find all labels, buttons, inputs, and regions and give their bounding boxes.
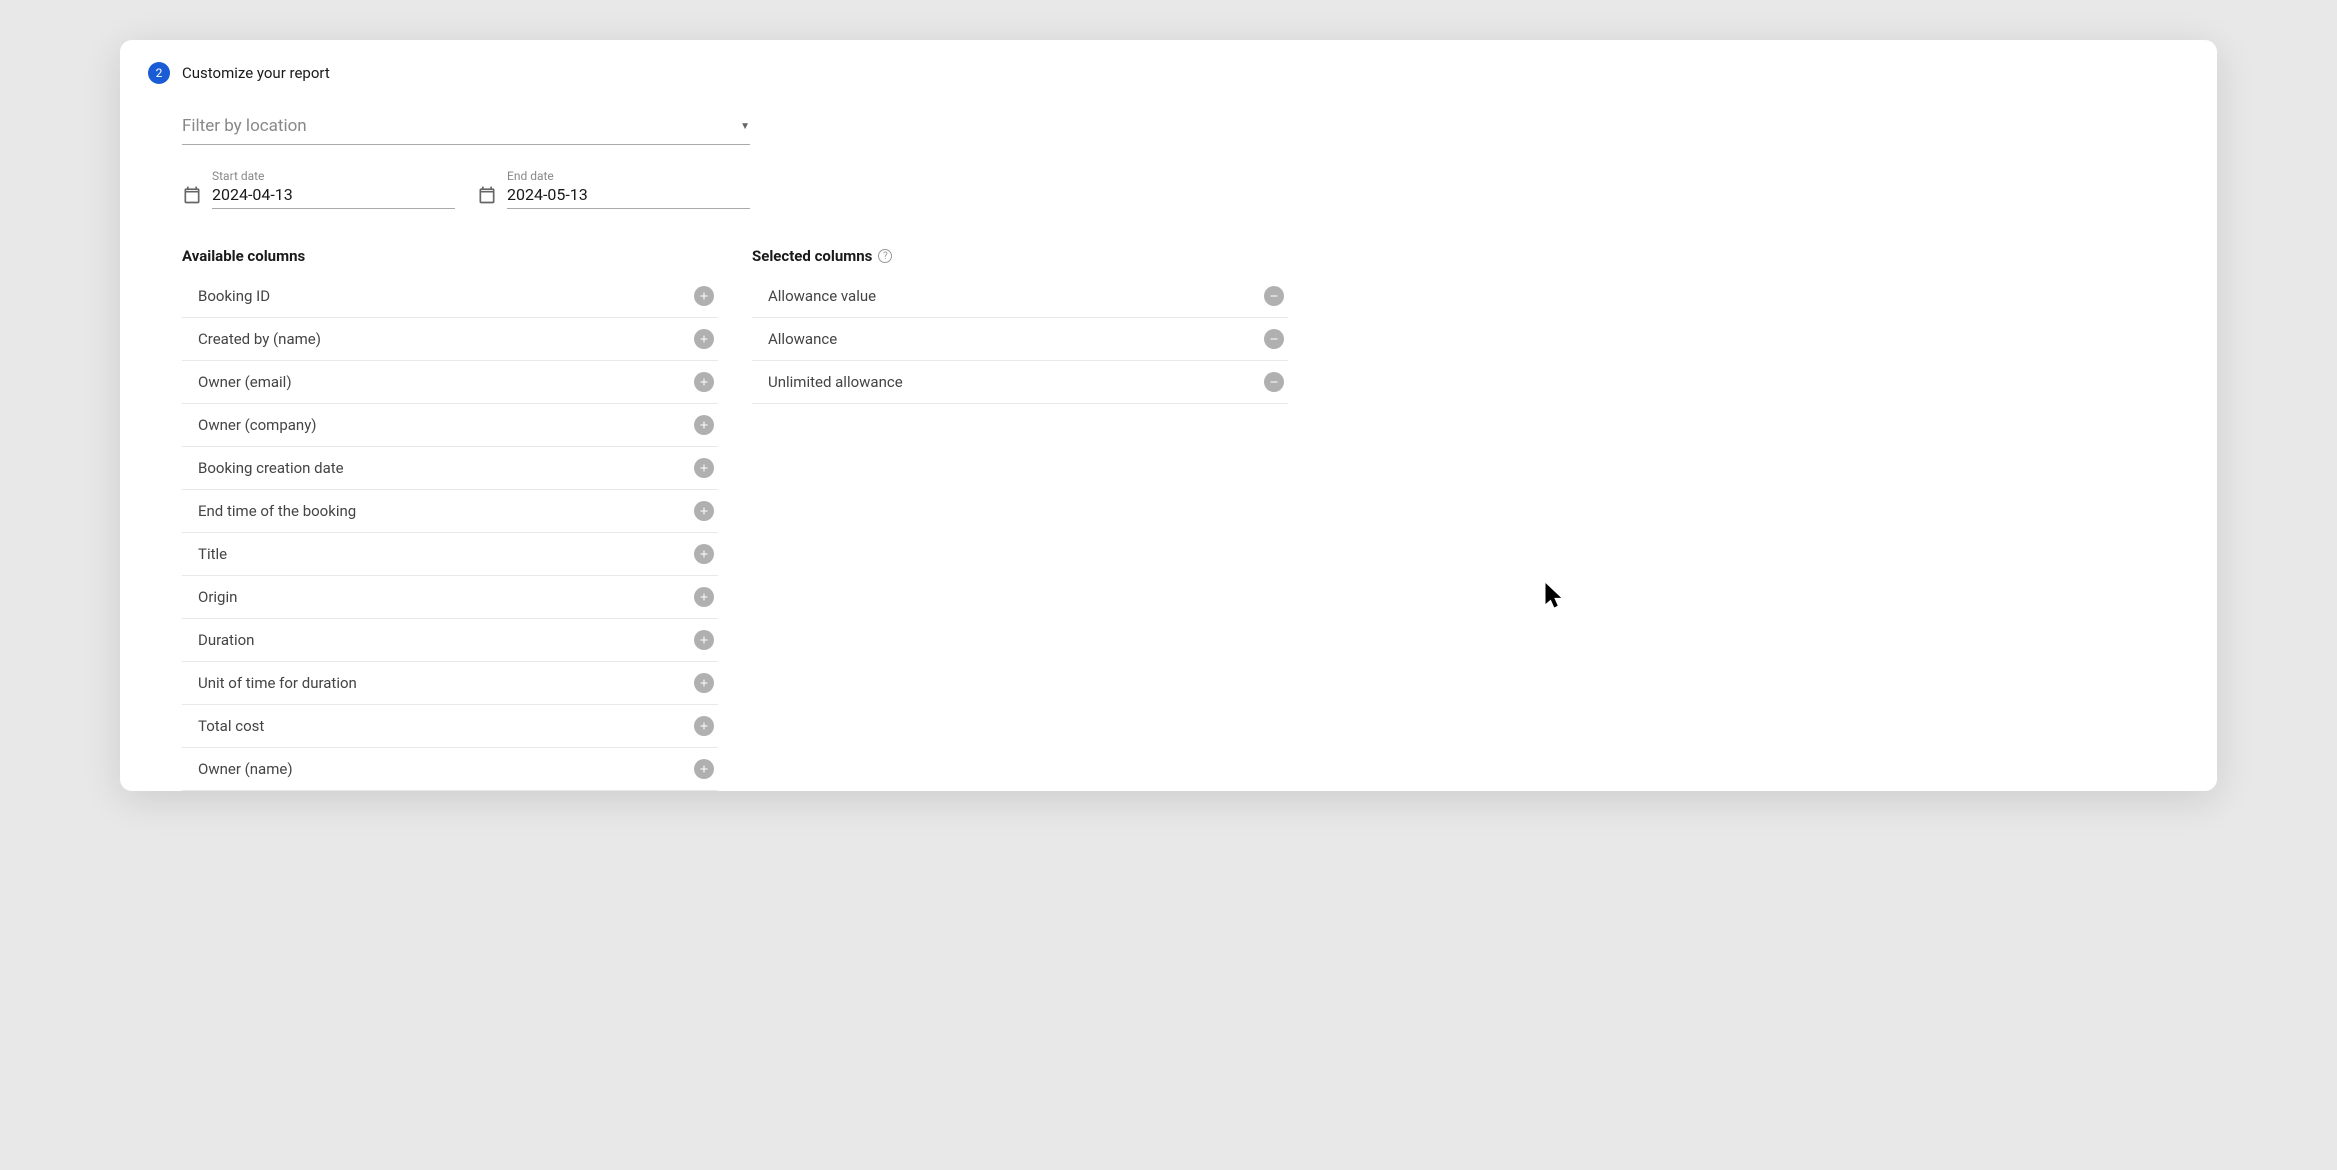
available-column-item: End time of the booking <box>182 490 718 533</box>
step-number-badge: 2 <box>148 62 170 84</box>
column-label: Owner (company) <box>198 416 317 434</box>
column-label: Created by (name) <box>198 330 321 348</box>
available-columns-list: Booking ID Created by (name) Owner (email)… <box>182 275 718 791</box>
column-label: Booking creation date <box>198 459 344 477</box>
add-column-button[interactable] <box>694 329 714 349</box>
add-column-button[interactable] <box>694 372 714 392</box>
cursor-icon <box>1545 583 1567 611</box>
report-customize-card: 2 Customize your report Filter by locati… <box>120 40 2217 791</box>
column-label: Unlimited allowance <box>768 373 903 391</box>
end-date-label: End date <box>507 169 750 183</box>
available-heading: Available columns <box>182 247 305 265</box>
start-date-input[interactable]: Start date 2024-04-13 <box>212 169 455 209</box>
column-label: Unit of time for duration <box>198 674 357 692</box>
available-column-item: Unit of time for duration <box>182 662 718 705</box>
selected-column-item: Allowance <box>752 318 1288 361</box>
columns-container: Available columns Booking ID Created by (… <box>182 247 2189 791</box>
add-column-button[interactable] <box>694 759 714 779</box>
column-label: Origin <box>198 588 237 606</box>
remove-column-button[interactable] <box>1264 372 1284 392</box>
column-label: End time of the booking <box>198 502 356 520</box>
add-column-button[interactable] <box>694 673 714 693</box>
add-column-button[interactable] <box>694 501 714 521</box>
start-date-value: 2024-04-13 <box>212 185 293 204</box>
add-column-button[interactable] <box>694 544 714 564</box>
available-column-item: Booking creation date <box>182 447 718 490</box>
selected-columns-list: Allowance value Allowance Unlimited allowa… <box>752 275 1288 404</box>
add-column-button[interactable] <box>694 458 714 478</box>
column-label: Owner (email) <box>198 373 292 391</box>
step-header: 2 Customize your report <box>148 62 2189 84</box>
help-icon[interactable]: ? <box>878 249 892 263</box>
column-label: Owner (name) <box>198 760 293 778</box>
step-title: Customize your report <box>182 64 330 82</box>
date-row: Start date 2024-04-13 End date 2024-05-1… <box>182 169 2189 209</box>
end-date-field[interactable]: End date 2024-05-13 <box>477 169 750 209</box>
selected-heading: Selected columns <box>752 247 872 265</box>
selected-columns-section: Selected columns ? Allowance valueAllowa… <box>752 247 1288 791</box>
available-column-item: Booking ID <box>182 275 718 318</box>
available-column-item: Owner (name) <box>182 748 718 791</box>
start-date-field[interactable]: Start date 2024-04-13 <box>182 169 455 209</box>
column-label: Allowance value <box>768 287 876 305</box>
selected-column-item: Unlimited allowance <box>752 361 1288 404</box>
add-column-button[interactable] <box>694 587 714 607</box>
chevron-down-icon: ▼ <box>740 121 750 132</box>
available-header: Available columns <box>182 247 718 265</box>
add-column-button[interactable] <box>694 286 714 306</box>
remove-column-button[interactable] <box>1264 286 1284 306</box>
available-column-item: Created by (name) <box>182 318 718 361</box>
column-label: Duration <box>198 631 254 649</box>
column-label: Booking ID <box>198 287 270 305</box>
available-column-item: Total cost <box>182 705 718 748</box>
available-column-item: Origin <box>182 576 718 619</box>
content-area: Filter by location ▼ Start date 2024-04-… <box>148 110 2189 791</box>
column-label: Title <box>198 545 227 563</box>
end-date-value: 2024-05-13 <box>507 185 588 204</box>
filter-location-placeholder: Filter by location <box>182 116 307 136</box>
filter-location-select[interactable]: Filter by location ▼ <box>182 110 750 145</box>
available-column-item: Owner (company) <box>182 404 718 447</box>
start-date-label: Start date <box>212 169 455 183</box>
add-column-button[interactable] <box>694 716 714 736</box>
available-columns-section: Available columns Booking ID Created by (… <box>182 247 718 791</box>
selected-column-item: Allowance value <box>752 275 1288 318</box>
add-column-button[interactable] <box>694 415 714 435</box>
column-label: Allowance <box>768 330 837 348</box>
available-column-item: Duration <box>182 619 718 662</box>
available-column-item: Owner (email) <box>182 361 718 404</box>
available-column-item: Title <box>182 533 718 576</box>
filter-row: Filter by location ▼ <box>182 110 2189 145</box>
calendar-icon <box>182 185 202 205</box>
selected-header: Selected columns ? <box>752 247 1288 265</box>
add-column-button[interactable] <box>694 630 714 650</box>
calendar-icon <box>477 185 497 205</box>
column-label: Total cost <box>198 717 264 735</box>
end-date-input[interactable]: End date 2024-05-13 <box>507 169 750 209</box>
remove-column-button[interactable] <box>1264 329 1284 349</box>
